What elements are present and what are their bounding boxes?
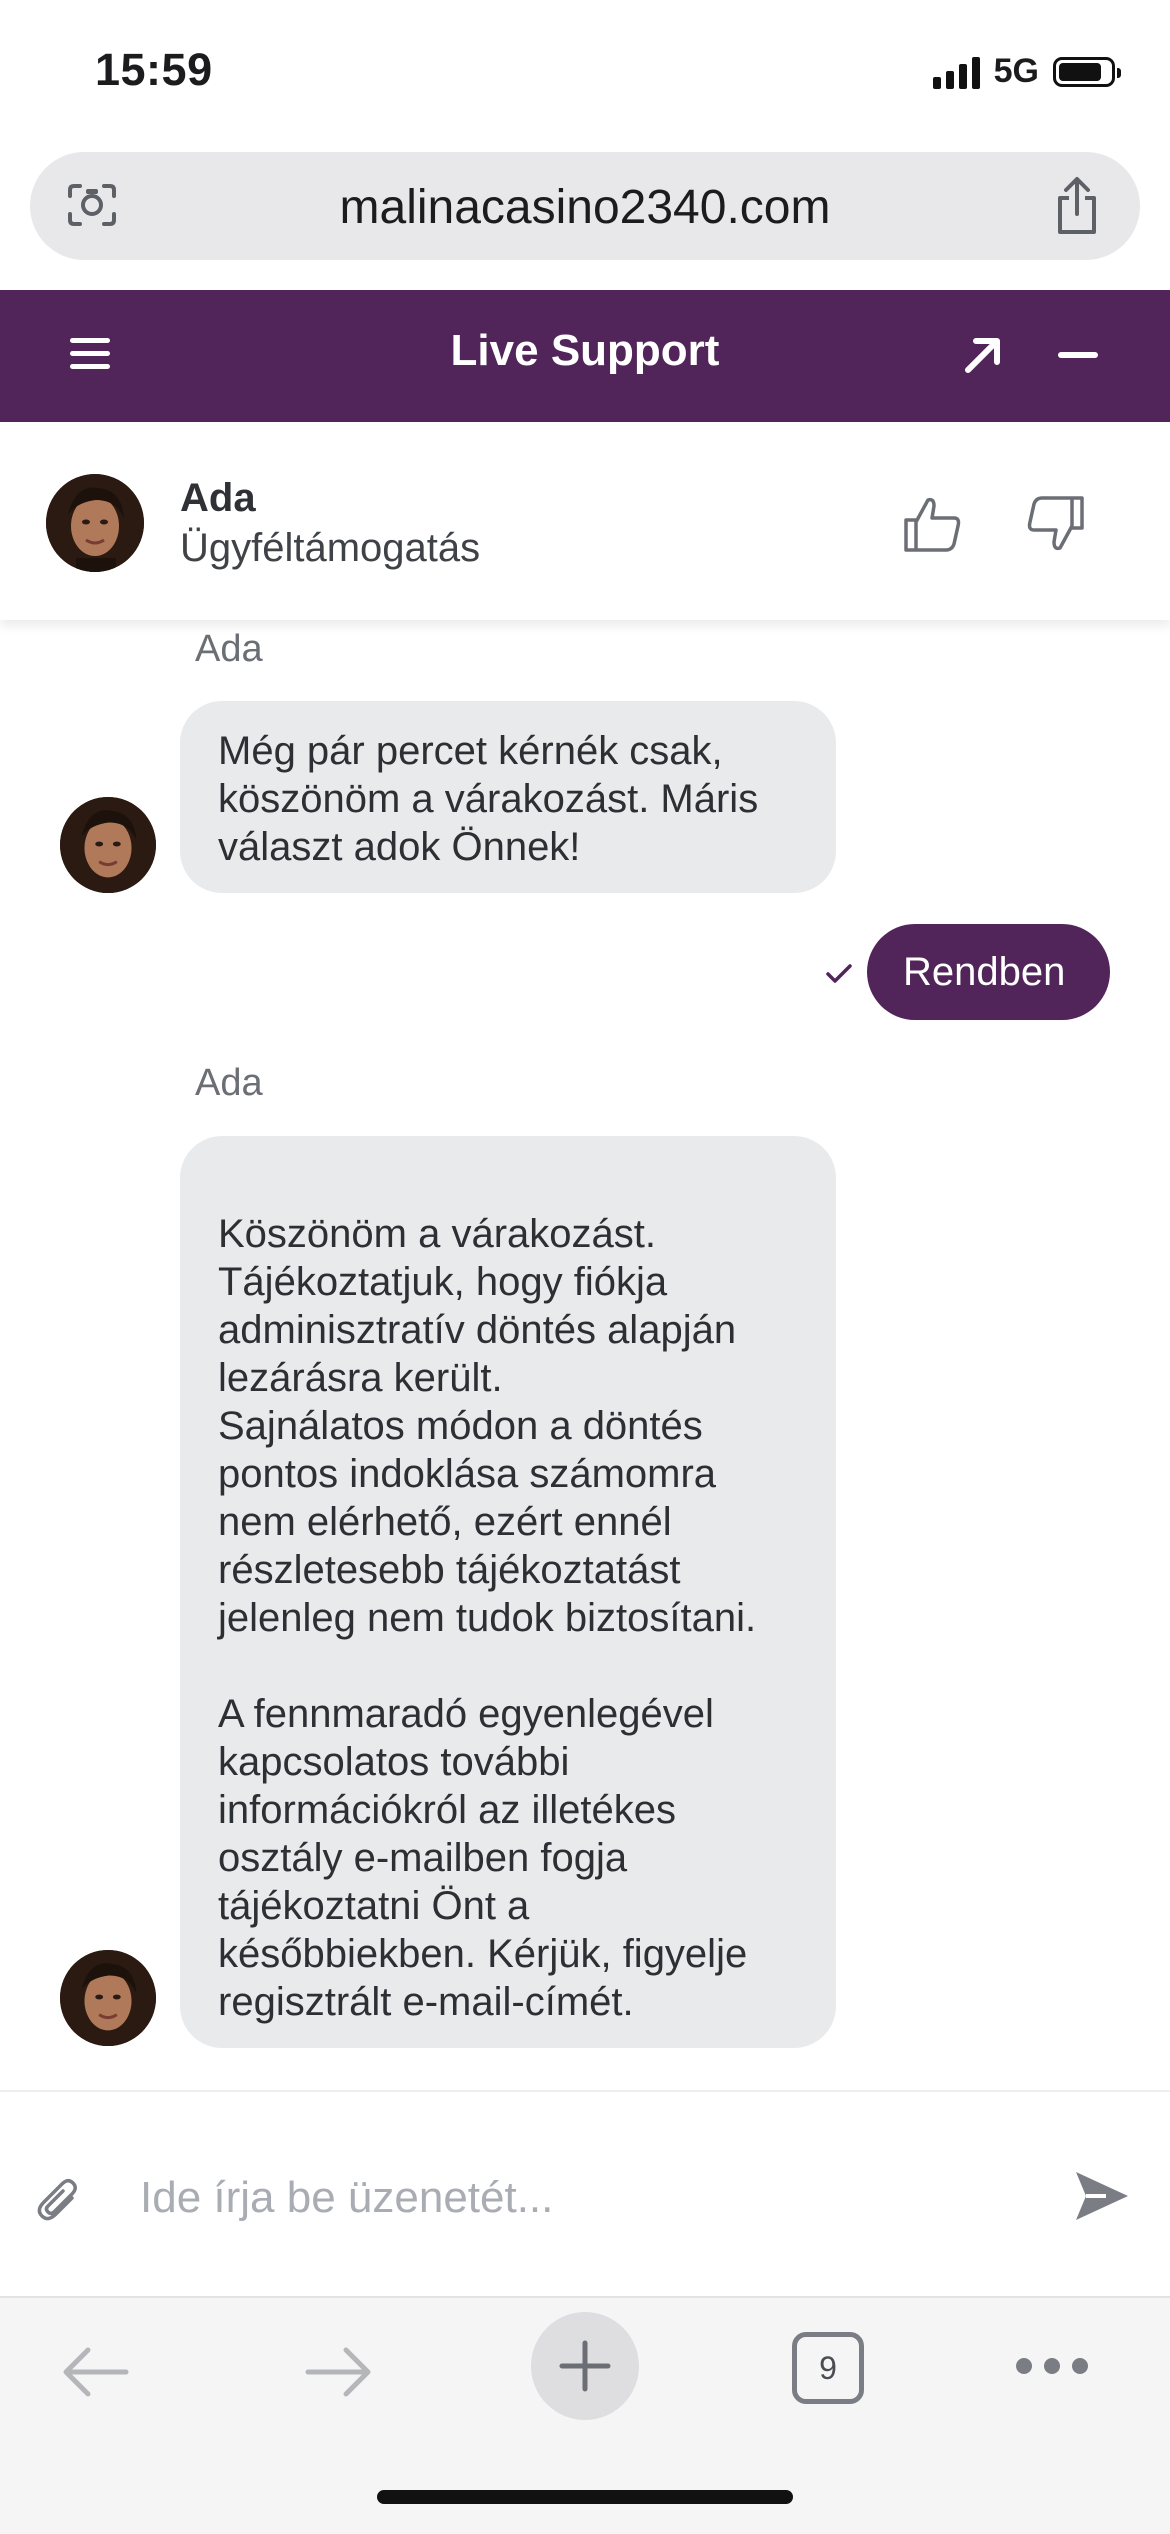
home-indicator [377, 2490, 793, 2504]
message-text: Még pár percet kérnék csak, köszönöm a v… [218, 729, 759, 869]
agent-avatar [46, 474, 144, 572]
status-time: 15:59 [95, 44, 213, 95]
address-bar[interactable]: malinacasino2340.com [30, 152, 1140, 260]
url-text[interactable]: malinacasino2340.com [30, 180, 1140, 235]
outgoing-message-bubble: Rendben [867, 924, 1110, 1020]
signal-icon [932, 55, 980, 89]
plus-icon [559, 2340, 611, 2392]
forward-arrow-icon[interactable] [302, 2342, 374, 2402]
agent-message-avatar [60, 1950, 156, 2046]
incoming-message-bubble: Köszönöm a várakozást. Tájékoztatjuk, ho… [180, 1136, 836, 2048]
network-type: 5G [993, 52, 1039, 90]
agent-bar: Ada Ügyféltámogatás [0, 422, 1170, 620]
message-input[interactable] [140, 2168, 1040, 2228]
message-text: Rendben [903, 950, 1066, 994]
send-icon[interactable] [1072, 2168, 1132, 2224]
share-icon[interactable] [1052, 176, 1102, 236]
sent-check-icon [826, 964, 852, 983]
agent-name: Ada [180, 476, 256, 520]
back-arrow-icon[interactable] [60, 2342, 132, 2402]
message-text: Köszönöm a várakozást. Tájékoztatjuk, ho… [218, 1212, 757, 2024]
expand-icon[interactable] [958, 330, 1008, 380]
more-options-icon[interactable] [1016, 2358, 1088, 2378]
chat-header: Live Support [0, 290, 1170, 422]
status-indicators: 5G [932, 52, 1121, 91]
thumbs-up-icon[interactable] [900, 492, 964, 556]
agent-message-avatar [60, 797, 156, 893]
incoming-message-bubble: Még pár percet kérnék csak, köszönöm a v… [180, 701, 836, 893]
thumbs-down-icon[interactable] [1024, 492, 1088, 556]
attachment-icon[interactable] [36, 2176, 82, 2226]
message-sender: Ada [195, 628, 263, 670]
message-sender: Ada [195, 1062, 263, 1104]
tabs-button[interactable]: 9 [792, 2332, 864, 2404]
battery-icon [1053, 56, 1121, 87]
message-composer [0, 2090, 1170, 2298]
new-tab-button[interactable] [531, 2312, 639, 2420]
minimize-icon[interactable] [1058, 352, 1098, 358]
agent-role: Ügyféltámogatás [180, 526, 481, 570]
